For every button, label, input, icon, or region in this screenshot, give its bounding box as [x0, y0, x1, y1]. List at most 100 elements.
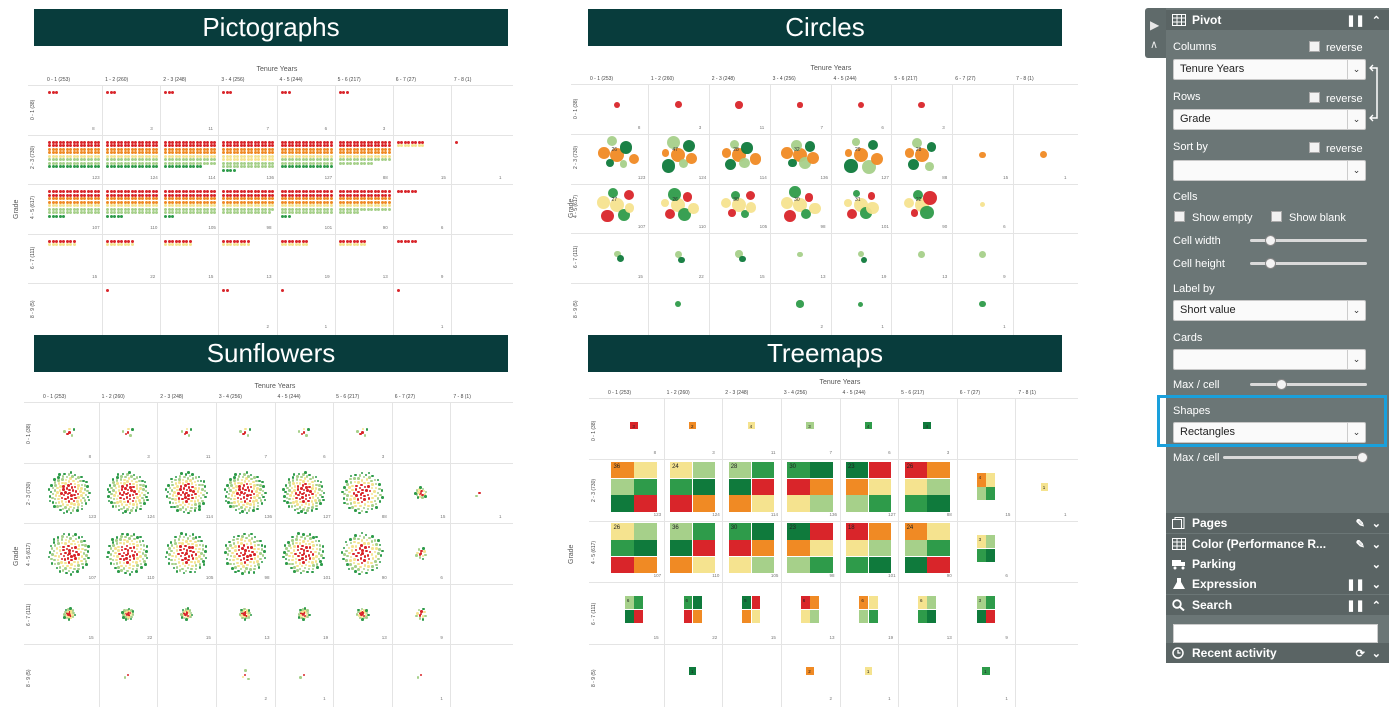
pause-icon[interactable]: ❚❚ — [1346, 14, 1364, 27]
rows-select[interactable]: Grade ⌄ — [1173, 109, 1366, 130]
sunflower-dot — [248, 499, 252, 503]
sunflower-dot — [299, 608, 302, 612]
cell-width-slider[interactable] — [1250, 235, 1367, 246]
sunflower-dot — [70, 546, 74, 550]
grid-line — [24, 523, 513, 525]
sunflower-dot — [60, 561, 63, 564]
pictograph-dot — [243, 165, 247, 169]
chevron-up-icon[interactable]: ⌃ — [1372, 599, 1381, 612]
pictograph-dot — [356, 211, 360, 215]
pictograph-dot — [185, 165, 189, 169]
sunflower-dot — [351, 506, 354, 509]
pencil-icon[interactable]: ✎ — [1356, 517, 1365, 530]
sunflower-dot — [117, 489, 121, 492]
sunflower-dot — [363, 555, 366, 558]
sunflower-dot — [139, 504, 143, 508]
sunflower-dot — [315, 547, 319, 551]
sunflower-dot — [285, 547, 288, 550]
cards-select[interactable]: ⌄ — [1173, 349, 1366, 370]
sunflower-dot — [113, 494, 116, 497]
labelby-select[interactable]: Short value ⌄ — [1173, 300, 1366, 321]
circle-bubble — [1040, 151, 1048, 159]
grid-line — [450, 85, 452, 335]
chevron-down-icon[interactable]: ⌄ — [1372, 578, 1381, 591]
sunflower-dot — [198, 547, 201, 551]
chevron-down-icon: ⌄ — [1347, 423, 1365, 442]
slider-knob[interactable] — [1357, 452, 1368, 463]
expand-right-icon[interactable]: ▶ — [1150, 18, 1159, 32]
treemap-rect — [868, 461, 892, 479]
sunflower-dot — [238, 493, 242, 497]
sunflower-dot — [116, 555, 119, 558]
rows-reverse-checkbox[interactable] — [1309, 92, 1320, 103]
show-empty-checkbox[interactable] — [1174, 211, 1185, 222]
sortby-select[interactable]: ⌄ — [1173, 160, 1366, 181]
sunflower-dot — [343, 553, 346, 556]
show-blank-checkbox[interactable] — [1271, 211, 1282, 222]
cell-count: 123 — [637, 174, 646, 180]
refresh-icon[interactable]: ⟳ — [1356, 647, 1365, 660]
pivot-section-header[interactable]: Pivot ❚❚ ⌃ — [1166, 10, 1389, 30]
pictograph-dot — [69, 158, 72, 162]
treemap-rect — [634, 523, 657, 540]
sunflower-dot — [308, 564, 311, 568]
sunflower-dot — [301, 557, 304, 560]
pictographs-banner: Pictographs — [34, 9, 508, 46]
treemap-rect — [611, 478, 634, 495]
sunflower-dot — [349, 541, 353, 545]
sunflower-dot — [348, 486, 351, 489]
columns-reverse-checkbox[interactable] — [1309, 41, 1320, 52]
sunflower-dot — [128, 537, 131, 540]
pencil-icon[interactable]: ✎ — [1356, 538, 1365, 551]
collapse-up-icon[interactable]: ∧ — [1150, 38, 1158, 51]
pause-icon[interactable]: ❚❚ — [1346, 599, 1364, 612]
sortby-reverse-checkbox[interactable] — [1309, 142, 1320, 153]
columns-select[interactable]: Tenure Years ⌄ — [1173, 59, 1366, 80]
sunflower-dot — [128, 555, 132, 558]
pictograph-dot — [106, 204, 110, 208]
sunflower-dot — [180, 616, 184, 619]
cell-count: 15 — [770, 634, 776, 640]
pictograph-dot — [312, 165, 315, 169]
pictograph-dot — [319, 158, 322, 162]
pictograph-dot — [384, 144, 388, 148]
sunflower-dot — [65, 475, 69, 479]
chevron-down-icon[interactable]: ⌄ — [1372, 558, 1381, 571]
chevron-down-icon[interactable]: ⌄ — [1372, 647, 1381, 660]
swap-arrow-icon[interactable] — [1369, 64, 1381, 124]
sunflower-dot — [295, 481, 299, 485]
slider-knob[interactable] — [1265, 235, 1276, 246]
sunflower-dot — [299, 571, 303, 575]
cell-count: 123 — [92, 175, 100, 181]
treemap-label: 6 — [920, 598, 923, 604]
shapes-select[interactable]: Rectangles ⌄ — [1173, 422, 1366, 443]
sunflower-dot — [189, 570, 192, 574]
chevron-down-icon[interactable]: ⌄ — [1372, 517, 1381, 530]
expression-section-header[interactable]: Expression ❚❚ ⌄ — [1166, 574, 1389, 594]
cell-height-slider[interactable] — [1250, 258, 1367, 269]
sunflower-dot — [77, 547, 80, 551]
color-section-header[interactable]: Color (Performance R... ✎ ⌄ — [1166, 534, 1389, 554]
search-section-header[interactable]: Search ❚❚ ⌃ — [1166, 595, 1389, 615]
recent-activity-header[interactable]: Recent activity ⟳ ⌄ — [1166, 643, 1389, 663]
circle-bubble — [809, 202, 821, 215]
pictograph-dot — [363, 144, 367, 148]
maxcell2-slider[interactable] — [1223, 452, 1368, 463]
sunflower-dot — [114, 566, 117, 570]
chevron-down-icon[interactable]: ⌄ — [1372, 538, 1381, 551]
sunflower-dot — [189, 489, 192, 492]
sunflower-dot — [120, 548, 124, 552]
search-input[interactable] — [1173, 624, 1378, 643]
treemap-rect — [845, 540, 869, 557]
pause-icon[interactable]: ❚❚ — [1346, 578, 1364, 591]
treemap-rect — [728, 556, 752, 574]
sunflower-dot — [315, 543, 319, 547]
chevron-up-icon[interactable]: ⌃ — [1372, 14, 1381, 27]
slider-knob[interactable] — [1265, 258, 1276, 269]
slider-knob[interactable] — [1276, 379, 1287, 390]
treemap-rect — [742, 609, 752, 624]
pages-section-header[interactable]: Pages ✎ ⌄ — [1166, 513, 1389, 533]
sunflower-dot — [241, 572, 244, 575]
parking-section-header[interactable]: Parking ⌄ — [1166, 554, 1389, 574]
maxcell-slider[interactable] — [1250, 379, 1367, 390]
